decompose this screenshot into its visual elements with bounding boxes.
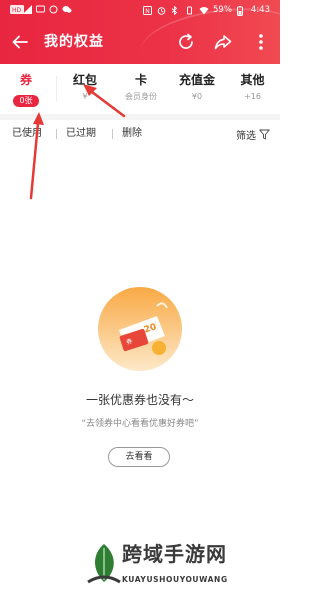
nfc-icon: N bbox=[143, 6, 152, 15]
tab-red-packet-label: 红包 bbox=[72, 73, 97, 87]
network-icon bbox=[23, 5, 32, 14]
filter-bar: 已使用 已过期 删除 筛选 bbox=[0, 120, 280, 148]
empty-coupon-illustration: 券 20 bbox=[97, 286, 183, 372]
vibrate-icon bbox=[185, 6, 194, 15]
tab-coupon-count-badge: 0张 bbox=[13, 95, 39, 107]
status-left-icons: HD bbox=[10, 5, 72, 14]
filter-deleted[interactable]: 删除 bbox=[122, 127, 142, 141]
watermark-title: 跨域手游网 bbox=[122, 542, 227, 566]
leaf-logo-icon bbox=[87, 544, 121, 584]
more-button[interactable] bbox=[251, 32, 271, 52]
tab-coupon-label: 券 bbox=[19, 73, 32, 87]
wechat-icon bbox=[62, 5, 72, 14]
refresh-icon bbox=[179, 33, 193, 49]
empty-state-subtitle: “去领券中心看看优惠好券吧” bbox=[81, 419, 199, 429]
page-title: 我的权益 bbox=[44, 34, 104, 50]
tab-card-sub: 会员身份 bbox=[125, 92, 157, 101]
tab-recharge-label: 充值金 bbox=[178, 73, 215, 87]
tab-recharge[interactable]: 充值金 ¥0 bbox=[169, 64, 225, 114]
alarm-icon bbox=[157, 6, 166, 15]
tab-other-count: +16 bbox=[244, 92, 261, 101]
watermark-subtitle: KUAYUSHOUYOUWANG bbox=[122, 575, 228, 584]
tab-card-label: 卡 bbox=[134, 73, 147, 87]
tab-recharge-amount: ¥0 bbox=[191, 92, 203, 101]
empty-state-title: 一张优惠券也没有～ bbox=[85, 393, 194, 407]
clock-time: 4:43 bbox=[250, 5, 270, 15]
svg-text:HD: HD bbox=[12, 7, 22, 14]
more-dots-icon bbox=[259, 34, 263, 50]
status-right-icons: N 59% 4:43 bbox=[143, 5, 270, 16]
nav-bar: 我的权益 bbox=[0, 24, 280, 60]
share-button[interactable] bbox=[213, 32, 233, 52]
filter-button[interactable]: 筛选 bbox=[236, 127, 270, 142]
tab-red-packet-amount: ¥ bbox=[82, 92, 88, 101]
message-icon bbox=[36, 5, 45, 14]
tab-card[interactable]: 卡 会员身份 bbox=[113, 64, 169, 114]
signal-icon: HD bbox=[10, 5, 24, 14]
wifi-icon bbox=[199, 6, 209, 15]
filter-separator bbox=[56, 129, 57, 139]
go-browse-button[interactable]: 去看看 bbox=[108, 447, 170, 467]
app-header: HD N 59% 4:43 我的权益 bbox=[0, 0, 280, 64]
site-watermark: 跨域手游网 KUAYUSHOUYOUWANG bbox=[86, 536, 276, 592]
share-icon bbox=[214, 35, 232, 50]
funnel-icon bbox=[259, 129, 270, 140]
bluetooth-icon bbox=[171, 5, 180, 16]
filter-separator bbox=[112, 129, 113, 139]
back-button[interactable] bbox=[10, 32, 30, 52]
status-bar: HD N 59% 4:43 bbox=[0, 0, 280, 22]
filter-used[interactable]: 已使用 bbox=[12, 127, 42, 141]
category-tabs: 券 0张 红包 ¥ 卡 会员身份 充值金 ¥0 其他 +16 bbox=[0, 64, 280, 114]
filter-button-label: 筛选 bbox=[236, 131, 256, 142]
battery-icon bbox=[236, 6, 246, 16]
svg-text:N: N bbox=[145, 8, 150, 15]
tab-coupon[interactable]: 券 0张 bbox=[0, 64, 52, 114]
circle-status-icon bbox=[49, 5, 58, 14]
tab-red-packet[interactable]: 红包 ¥ bbox=[57, 64, 113, 114]
battery-percent: 59% bbox=[213, 5, 232, 15]
filter-expired[interactable]: 已过期 bbox=[66, 127, 96, 141]
arrow-left-icon bbox=[12, 35, 28, 49]
tab-other-label: 其他 bbox=[240, 73, 265, 87]
refresh-button[interactable] bbox=[176, 32, 196, 52]
tab-other[interactable]: 其他 +16 bbox=[225, 64, 280, 114]
